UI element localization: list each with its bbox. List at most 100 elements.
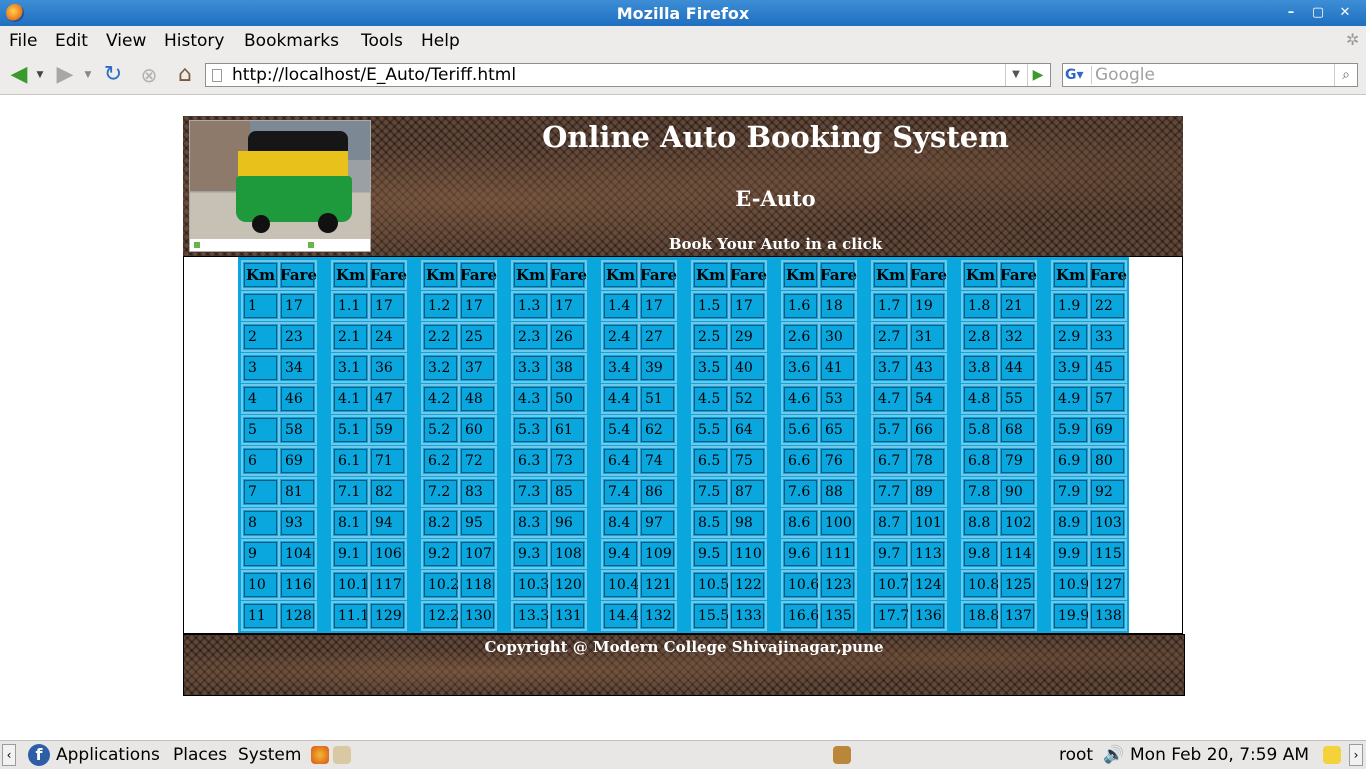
- fare-cell: 73: [548, 446, 587, 476]
- km-cell: 3.1: [331, 353, 370, 383]
- fare-cell: 110: [728, 539, 767, 569]
- header-km: Km: [331, 260, 370, 290]
- fare-cell: 25: [458, 322, 497, 352]
- reload-icon[interactable]: ↻: [100, 62, 126, 88]
- fare-cell: 31: [908, 322, 947, 352]
- km-cell: 10.5: [691, 570, 730, 600]
- fare-cell: 136: [908, 601, 947, 631]
- fare-cell: 45: [1088, 353, 1127, 383]
- notes-icon[interactable]: [1323, 746, 1341, 764]
- km-cell: 7.9: [1051, 477, 1090, 507]
- header-fare: Fare: [998, 260, 1037, 290]
- km-cell: 3.4: [601, 353, 640, 383]
- search-box[interactable]: G▾ Google ⌕: [1062, 63, 1358, 87]
- forward-history-dropdown[interactable]: ▼: [82, 62, 94, 88]
- forward-button[interactable]: ▶: [52, 62, 78, 88]
- url-bar[interactable]: http://localhost/E_Auto/Teriff.html ▼ ▶: [205, 63, 1051, 87]
- fare-cell: 66: [908, 415, 947, 445]
- km-cell: 16.6: [781, 601, 820, 631]
- copyright-text: Copyright @ Modern College Shivajinagar,…: [484, 638, 884, 656]
- auto-rickshaw-photo: [189, 120, 371, 252]
- km-cell: 11.1: [331, 601, 370, 631]
- fare-cell: 61: [548, 415, 587, 445]
- back-button[interactable]: ◀: [6, 62, 32, 88]
- volume-icon[interactable]: 🔊: [1103, 745, 1124, 765]
- fare-cell: 87: [728, 477, 767, 507]
- applications-menu[interactable]: Applications: [56, 745, 160, 765]
- header-km: Km: [781, 260, 820, 290]
- km-cell: 8: [241, 508, 280, 538]
- taskbar-scroll-right[interactable]: ›: [1349, 744, 1363, 766]
- km-cell: 4.9: [1051, 384, 1090, 414]
- taskbar: ‹ f Applications Places System root 🔊 Mo…: [0, 740, 1366, 769]
- menu-help[interactable]: Help: [421, 31, 460, 51]
- km-cell: 3.7: [871, 353, 910, 383]
- system-menu[interactable]: System: [238, 745, 301, 765]
- km-cell: 3.8: [961, 353, 1000, 383]
- fare-cell: 82: [368, 477, 407, 507]
- fare-cell: 41: [818, 353, 857, 383]
- fare-cell: 18: [818, 291, 857, 321]
- close-button[interactable]: ✕: [1334, 3, 1356, 23]
- mail-launcher-icon[interactable]: [333, 746, 351, 764]
- maximize-button[interactable]: ▢: [1307, 3, 1329, 23]
- km-cell: 10.8: [961, 570, 1000, 600]
- back-history-dropdown[interactable]: ▼: [34, 62, 46, 88]
- km-cell: 6: [241, 446, 280, 476]
- fare-cell: 117: [368, 570, 407, 600]
- km-cell: 10: [241, 570, 280, 600]
- km-cell: 5.2: [421, 415, 460, 445]
- km-cell: 9.9: [1051, 539, 1090, 569]
- fare-cell: 30: [818, 322, 857, 352]
- menu-tools[interactable]: Tools: [361, 31, 403, 51]
- page-icon: [212, 69, 222, 82]
- fare-cell: 100: [818, 508, 857, 538]
- menu-view[interactable]: View: [106, 31, 146, 51]
- km-cell: 5.5: [691, 415, 730, 445]
- fare-cell: 118: [458, 570, 497, 600]
- fare-cell: 93: [278, 508, 317, 538]
- menu-bookmarks[interactable]: Bookmarks: [244, 31, 339, 51]
- fare-cell: 48: [458, 384, 497, 414]
- fare-cell: 94: [368, 508, 407, 538]
- url-dropdown-icon[interactable]: ▼: [1005, 64, 1026, 86]
- km-cell: 3.6: [781, 353, 820, 383]
- minimize-button[interactable]: –: [1280, 3, 1302, 23]
- header-km: Km: [511, 260, 550, 290]
- go-arrow-icon[interactable]: ▶: [1027, 64, 1048, 86]
- content-area: Km Fare 1 17 2 23 3 34 4 46 5 58 6 69 7 81 8 93 9 104 10 116 1…: [183, 256, 1183, 634]
- menu-file[interactable]: File: [9, 31, 37, 51]
- fare-cell: 55: [998, 384, 1037, 414]
- fare-cell: 98: [728, 508, 767, 538]
- fare-cell: 78: [908, 446, 947, 476]
- fare-cell: 129: [368, 601, 407, 631]
- firefox-launcher-icon[interactable]: [311, 746, 329, 764]
- fare-cell: 96: [548, 508, 587, 538]
- update-notifier-icon[interactable]: [833, 746, 851, 764]
- fare-cell: 50: [548, 384, 587, 414]
- fare-cell: 26: [548, 322, 587, 352]
- menu-edit[interactable]: Edit: [55, 31, 88, 51]
- search-magnifier-icon[interactable]: ⌕: [1334, 64, 1357, 86]
- km-cell: 10.6: [781, 570, 820, 600]
- km-cell: 4.4: [601, 384, 640, 414]
- home-icon[interactable]: ⌂: [172, 62, 198, 88]
- km-cell: 18.8: [961, 601, 1000, 631]
- fare-cell: 137: [998, 601, 1037, 631]
- km-cell: 10.4: [601, 570, 640, 600]
- stop-icon[interactable]: ⊗: [136, 62, 162, 88]
- taskbar-scroll-left[interactable]: ‹: [2, 744, 16, 766]
- fare-cell: 116: [278, 570, 317, 600]
- site-footer: Copyright @ Modern College Shivajinagar,…: [183, 634, 1185, 696]
- fare-cell: 106: [368, 539, 407, 569]
- search-engine-selector[interactable]: G▾: [1065, 66, 1092, 84]
- clock[interactable]: Mon Feb 20, 7:59 AM: [1130, 745, 1309, 765]
- menu-history[interactable]: History: [164, 31, 224, 51]
- km-cell: 5.4: [601, 415, 640, 445]
- url-text[interactable]: http://localhost/E_Auto/Teriff.html: [232, 65, 516, 85]
- km-cell: 9.4: [601, 539, 640, 569]
- places-menu[interactable]: Places: [173, 745, 227, 765]
- km-cell: 3.3: [511, 353, 550, 383]
- km-cell: 4.7: [871, 384, 910, 414]
- google-icon: G: [1065, 67, 1077, 83]
